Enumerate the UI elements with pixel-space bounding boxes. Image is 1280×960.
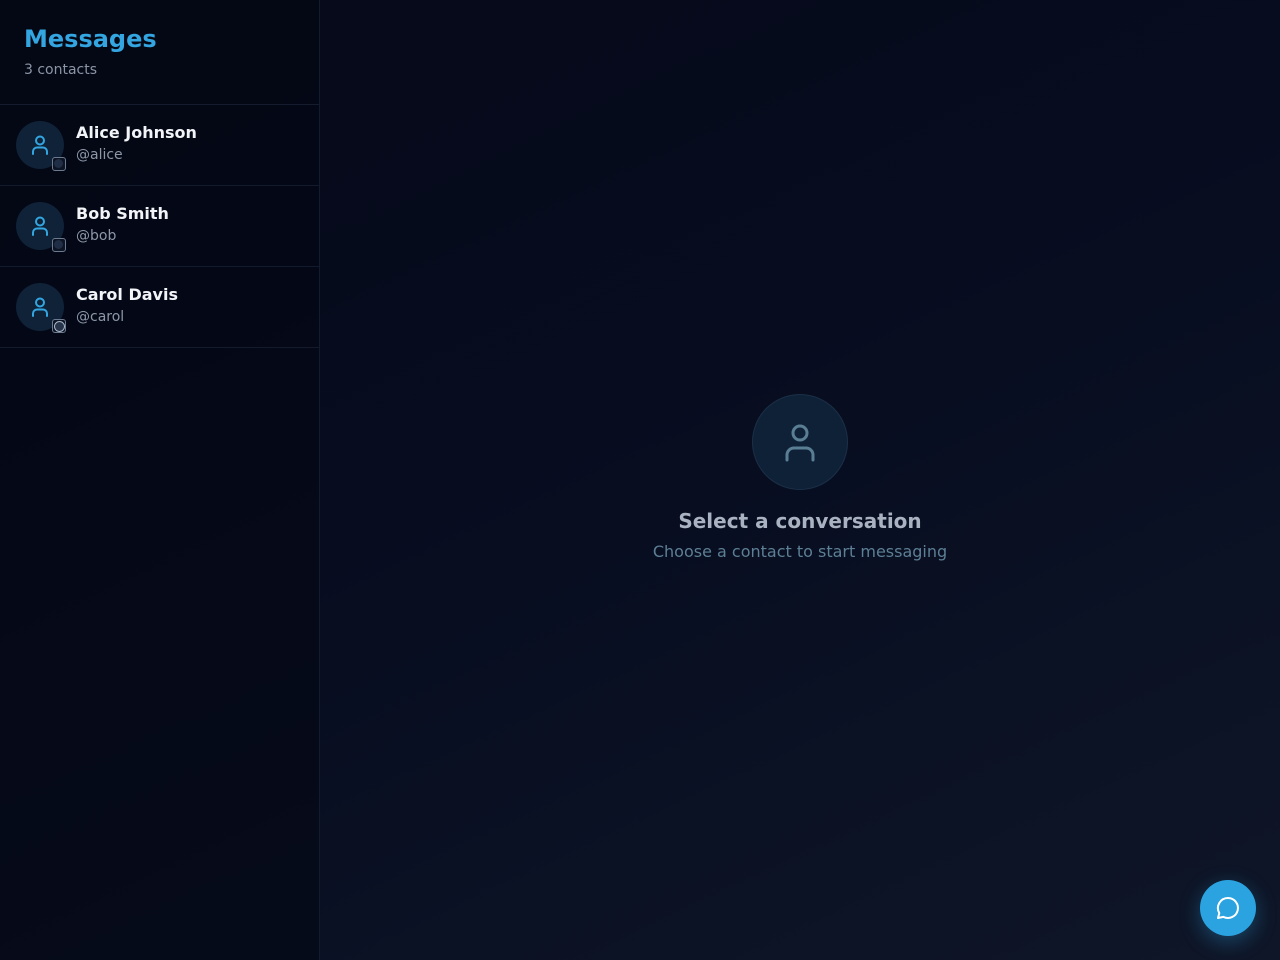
sidebar-header: Messages 3 contacts bbox=[0, 0, 319, 105]
sidebar-title: Messages bbox=[24, 25, 157, 53]
status-indicator bbox=[52, 319, 66, 333]
contact-item-alice[interactable]: Alice Johnson @alice bbox=[0, 105, 319, 186]
new-chat-button[interactable] bbox=[1200, 880, 1256, 936]
user-icon bbox=[785, 424, 815, 462]
contact-handle: @bob bbox=[76, 228, 117, 244]
status-indicator bbox=[52, 157, 66, 171]
contact-name: Alice Johnson bbox=[76, 123, 197, 142]
messaging-app: Messages 3 contacts Alice Johnson @alice bbox=[0, 0, 1280, 960]
empty-state: Select a conversation Choose a contact t… bbox=[320, 394, 1280, 562]
conversation-panel: Select a conversation Choose a contact t… bbox=[320, 0, 1280, 960]
user-icon bbox=[32, 297, 48, 317]
contact-count: 3 contacts bbox=[24, 62, 98, 78]
contact-name: Carol Davis bbox=[76, 285, 178, 304]
contact-item-bob[interactable]: Bob Smith @bob bbox=[0, 186, 319, 267]
empty-state-subtitle: Choose a contact to start messaging bbox=[652, 542, 948, 561]
user-icon bbox=[32, 216, 48, 236]
chat-bubble-icon bbox=[1216, 896, 1239, 919]
contact-handle: @carol bbox=[76, 309, 125, 325]
empty-state-icon-circle bbox=[752, 394, 848, 490]
contact-handle: @alice bbox=[76, 147, 123, 163]
user-icon bbox=[32, 135, 48, 155]
status-indicator bbox=[52, 238, 66, 252]
contact-item-carol[interactable]: Carol Davis @carol bbox=[0, 267, 319, 348]
contact-name: Bob Smith bbox=[76, 204, 169, 223]
contact-list: Alice Johnson @alice Bob Smith @bob Caro… bbox=[0, 105, 319, 348]
empty-state-title: Select a conversation bbox=[678, 509, 922, 533]
sidebar: Messages 3 contacts Alice Johnson @alice bbox=[0, 0, 320, 960]
